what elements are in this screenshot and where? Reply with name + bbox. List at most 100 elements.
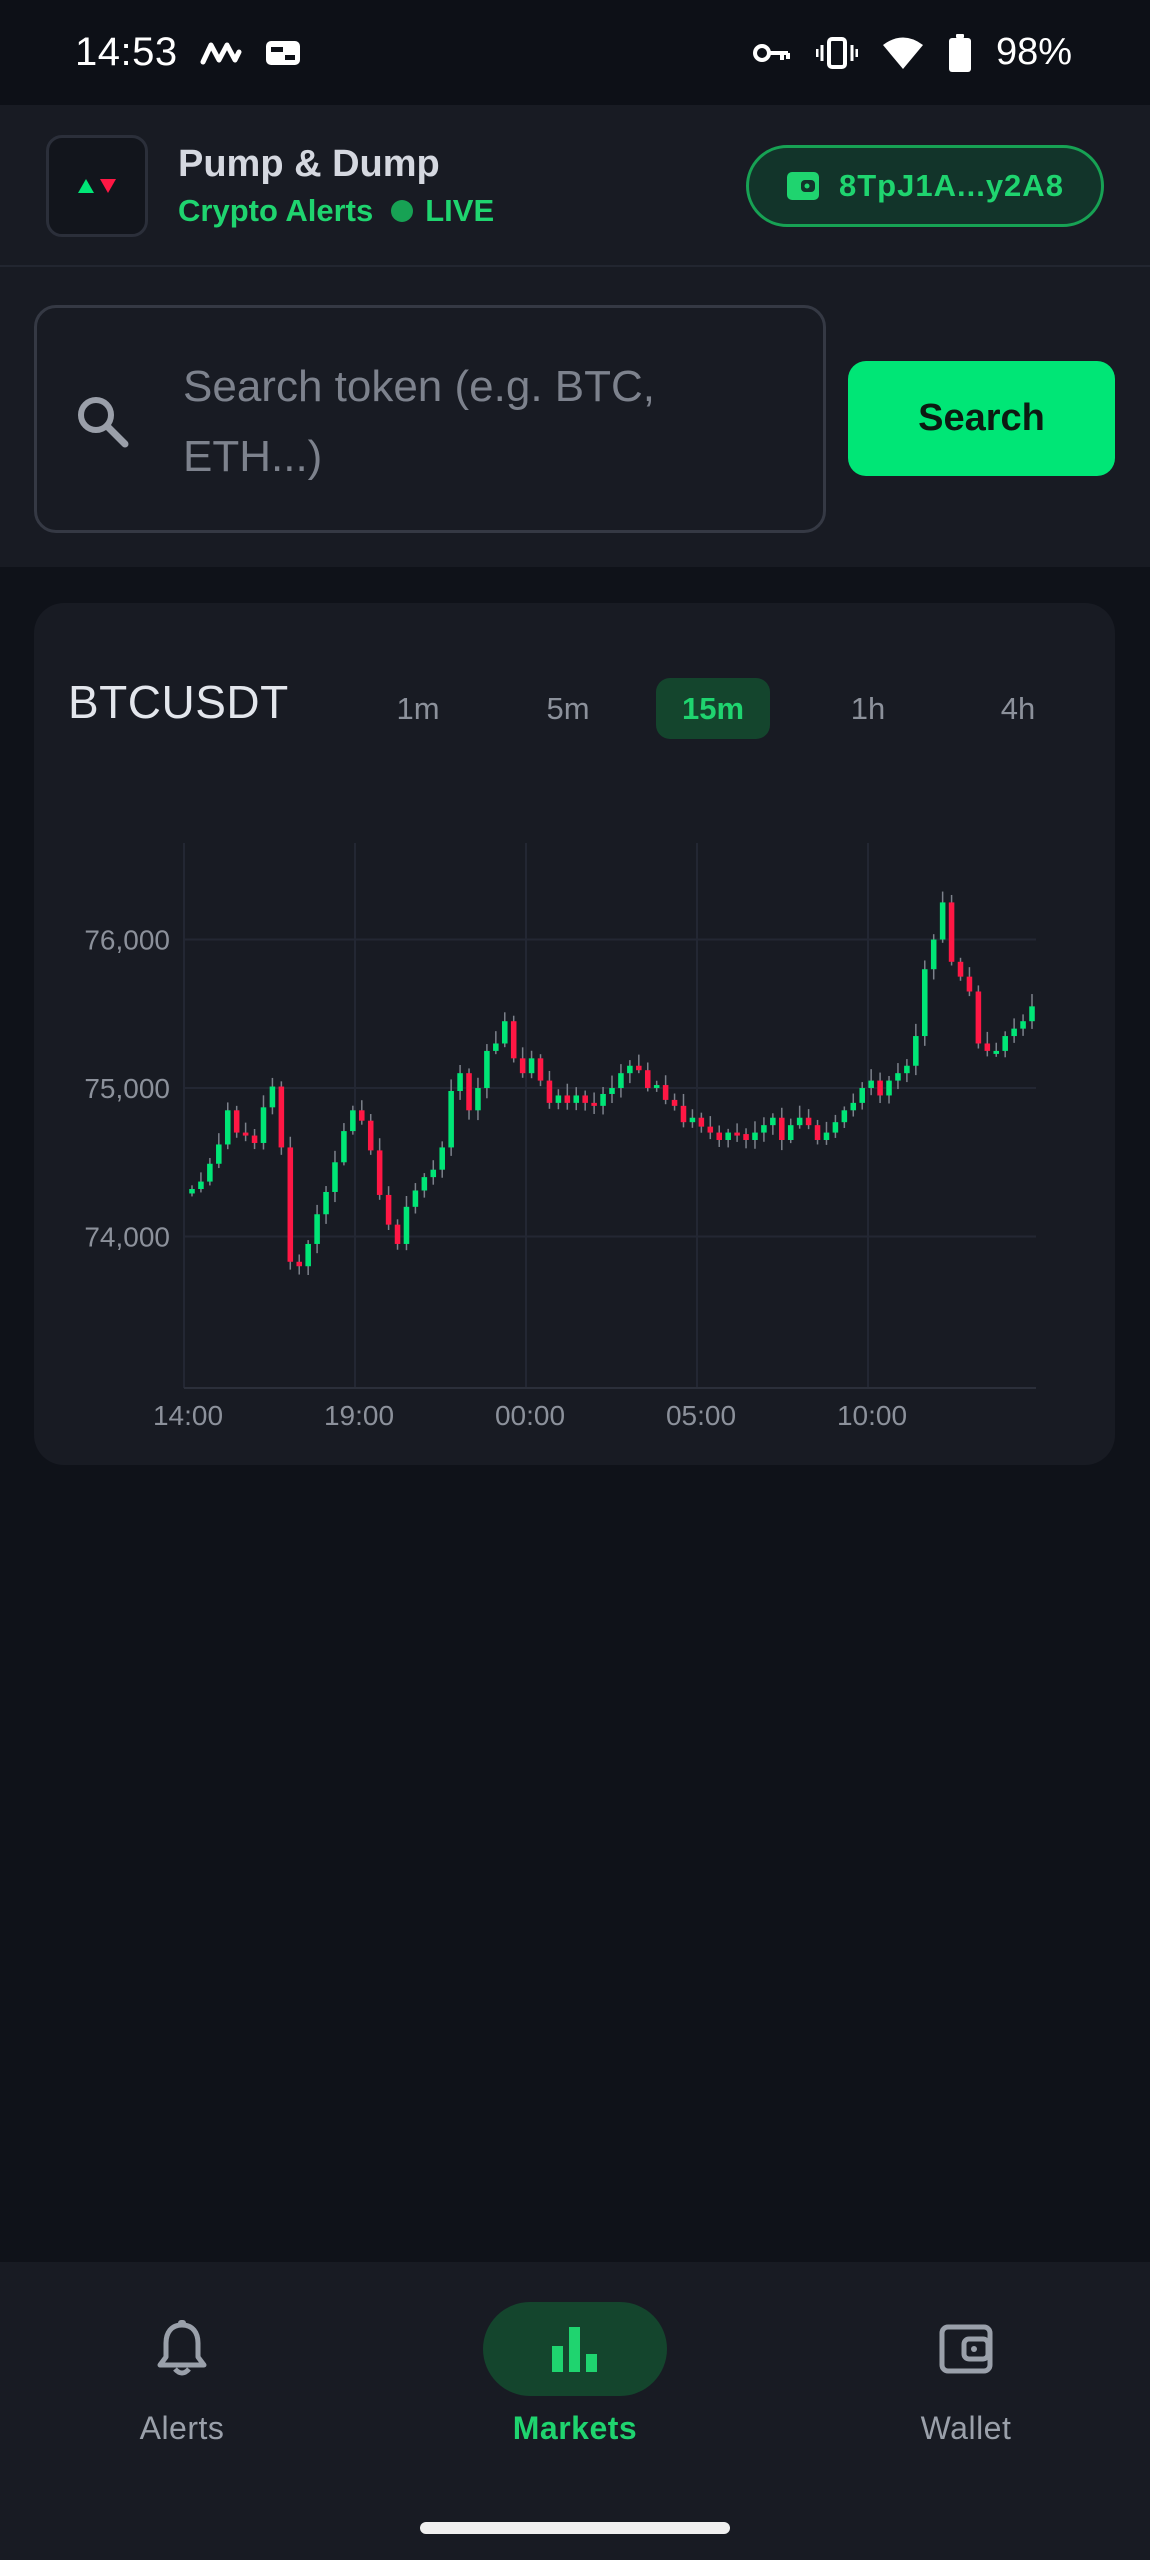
x-axis-tick-label: 14:00: [153, 1400, 223, 1431]
candle-body: [814, 1125, 821, 1141]
nav-item-alerts[interactable]: Alerts: [52, 2302, 312, 2462]
candle-body: [564, 1095, 571, 1103]
candle-body: [939, 902, 946, 940]
candle-body: [644, 1070, 651, 1089]
candle-body: [385, 1194, 392, 1225]
candle-body: [1020, 1021, 1026, 1029]
candle-body: [868, 1080, 874, 1089]
candle-body: [895, 1073, 901, 1081]
candle-body: [510, 1021, 517, 1059]
candle-body: [546, 1080, 553, 1103]
price-chart[interactable]: 76,000 75,000 74,000 14:00 19:00 00:00 05:00 10…: [34, 603, 1115, 1465]
live-label: LIVE: [425, 193, 495, 228]
candle-body: [886, 1080, 892, 1096]
candle-body: [430, 1169, 437, 1178]
candle-body: [519, 1058, 526, 1074]
y-axis-tick-label: 75,000: [84, 1073, 170, 1104]
candle-body: [189, 1189, 195, 1194]
candle-body: [475, 1088, 481, 1111]
y-axis-tick-label: 74,000: [84, 1222, 170, 1253]
candle-body: [743, 1134, 749, 1141]
battery-percentage: 98%: [995, 31, 1072, 73]
candle-body: [975, 991, 982, 1044]
candle-body: [716, 1132, 723, 1141]
candle-body: [779, 1117, 785, 1141]
candle-body: [233, 1110, 240, 1133]
candle-body: [528, 1058, 535, 1074]
candle-body: [600, 1093, 606, 1106]
candle-body: [707, 1126, 714, 1133]
candle-body: [466, 1073, 472, 1111]
app-title: Pump & Dump: [178, 143, 440, 185]
nav-label-markets: Markets: [512, 2410, 638, 2446]
candle-body: [394, 1224, 401, 1244]
wallet-address: 8TpJ1A...y2A8: [839, 168, 1064, 203]
search-input[interactable]: [183, 352, 763, 492]
candle-body: [278, 1086, 285, 1148]
candle-body: [787, 1125, 794, 1141]
candle-body: [662, 1085, 669, 1100]
status-time: 14:53: [75, 30, 178, 74]
wifi-icon: [882, 37, 923, 69]
chart-card: BTCUSDT 1m 5m 15m 1h 4h 76,000 75,000 74,0…: [34, 603, 1115, 1465]
candle-body: [653, 1085, 660, 1089]
candle-body: [403, 1206, 410, 1244]
candle-body: [725, 1132, 731, 1141]
subtitle-text: Crypto Alerts: [178, 193, 374, 228]
candle-body: [877, 1080, 883, 1096]
candle-body: [207, 1163, 213, 1182]
candle-body: [573, 1095, 580, 1103]
candle-body: [627, 1065, 633, 1074]
nav-icon-container: [483, 2302, 667, 2396]
search-field[interactable]: [34, 305, 826, 533]
candle-body: [841, 1110, 848, 1123]
candle-body: [296, 1261, 303, 1267]
nav-item-wallet[interactable]: Wallet: [836, 2302, 1096, 2462]
candle-body: [376, 1150, 383, 1195]
candle-body: [859, 1088, 865, 1103]
candle-body: [948, 902, 955, 962]
vibrate-icon: [815, 36, 858, 69]
x-axis-tick-label: 10:00: [837, 1400, 907, 1431]
y-axis-tick-label: 76,000: [84, 925, 170, 956]
candle-body: [216, 1144, 222, 1164]
candle-body: [367, 1120, 374, 1151]
candle-body: [501, 1021, 508, 1044]
candle-body: [242, 1132, 249, 1136]
candle-body: [636, 1065, 642, 1071]
wallet-address-button[interactable]: 8TpJ1A...y2A8: [746, 145, 1104, 227]
wallet-icon: [939, 2324, 993, 2374]
nav-label-alerts: Alerts: [139, 2410, 225, 2446]
candle-body: [555, 1095, 562, 1103]
candle-body: [761, 1125, 767, 1133]
search-icon: [78, 397, 129, 448]
candle-body: [198, 1181, 204, 1190]
candle-body: [770, 1117, 776, 1126]
live-dot-icon: [391, 200, 414, 222]
nav-item-markets[interactable]: Markets: [445, 2302, 705, 2462]
candle-body: [582, 1095, 588, 1103]
candle-body: [332, 1162, 338, 1192]
candle-body: [796, 1117, 803, 1126]
candle-body: [698, 1117, 705, 1127]
candle-body: [984, 1043, 991, 1051]
candle-body: [850, 1102, 857, 1111]
nav-label-wallet: Wallet: [920, 2410, 1012, 2446]
candle-body: [260, 1107, 267, 1143]
search-section: Search: [0, 267, 1150, 567]
candle-body: [314, 1214, 320, 1244]
candle-body: [421, 1177, 428, 1191]
candle-body: [224, 1110, 231, 1145]
search-button[interactable]: Search: [848, 361, 1115, 476]
candle-body: [680, 1105, 687, 1123]
candle-body: [752, 1132, 758, 1141]
candle-body: [448, 1090, 454, 1148]
home-indicator: [420, 2522, 730, 2534]
candle-body: [734, 1132, 740, 1136]
up-arrow-icon: [78, 179, 94, 193]
app-logo: [46, 135, 148, 237]
candle-body: [305, 1243, 311, 1267]
x-axis-tick-label: 19:00: [324, 1400, 394, 1431]
app-header: Pump & Dump Crypto Alerts LIVE 8TpJ1A...…: [0, 105, 1150, 267]
candle-body: [269, 1086, 276, 1108]
